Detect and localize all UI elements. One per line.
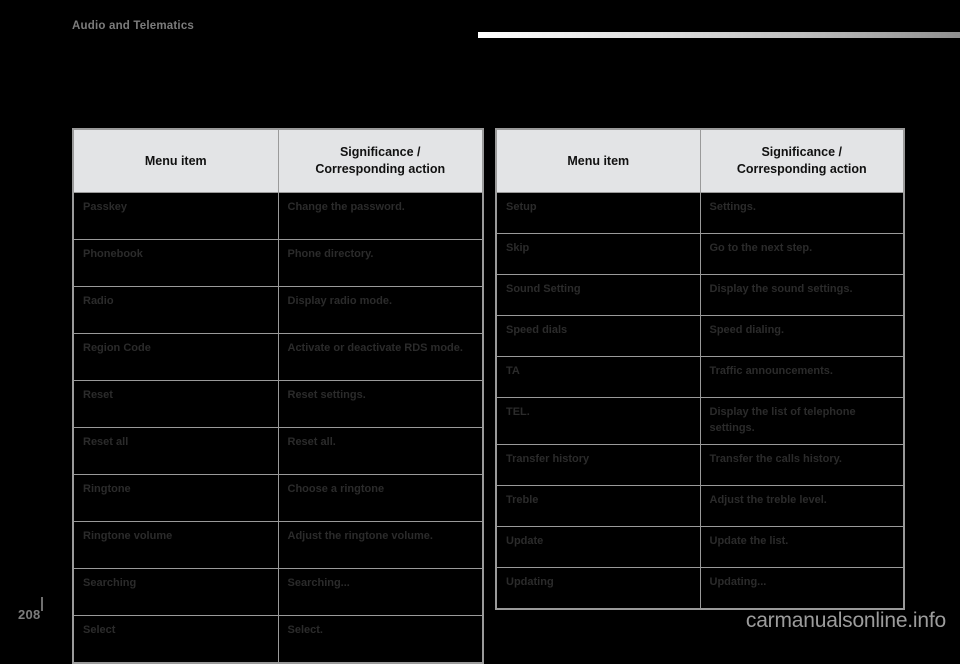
cell-significance-action: Select. [277,615,484,664]
table-row: Setup Settings. [495,192,905,234]
cell-significance-action: Traffic announcements. [699,356,905,398]
cell-menu-item: TA [495,356,701,398]
table-row: TA Traffic announcements. [495,356,905,398]
page-header: Audio and Telematics [0,0,960,46]
cell-significance-action: Reset all. [277,427,484,475]
table-row: Phonebook Phone directory. [72,239,484,287]
cell-significance-action: Choose a ringtone [277,474,484,522]
cell-significance-action: Speed dialing. [699,315,905,357]
cell-menu-item: Passkey [72,192,279,240]
cell-significance-action: Transfer the calls history. [699,443,905,486]
table-row: Reset Reset settings. [72,380,484,428]
significance-line-2: Corresponding action [315,162,446,176]
significance-line-1: Significance / [339,145,421,160]
cell-menu-item: Setup [495,192,701,234]
cell-significance-action: Display the sound settings. [699,274,905,316]
cell-significance-action: Activate or deactivate RDS mode. [277,333,484,381]
cell-menu-item: Ringtone [72,474,279,522]
cell-significance-action: Display the list of telephone settings. [699,397,905,445]
cell-menu-item: Phonebook [72,239,279,287]
menu-table-left: Menu item Significance / Corresponding a… [72,128,484,664]
cell-significance-action: Go to the next step. [699,233,905,275]
footer-rule [41,597,43,611]
column-header-significance: Significance / Corresponding action [699,128,905,193]
cell-significance-action: Display radio mode. [277,286,484,334]
cell-menu-item: Transfer history [495,443,701,486]
table-row: Ringtone Choose a ringtone [72,474,484,522]
cell-menu-item: Skip [495,233,701,275]
page-number: 208 [18,607,41,622]
cell-menu-item: Ringtone volume [72,521,279,569]
table-row: Skip Go to the next step. [495,233,905,275]
cell-menu-item: Updating [495,566,701,610]
site-watermark: carmanualsonline.info [745,609,946,632]
cell-menu-item: Select [72,615,279,664]
cell-significance-action: Adjust the ringtone volume. [277,521,484,569]
table-header-row: Menu item Significance / Corresponding a… [72,128,484,193]
header-gradient-rule [478,32,960,38]
cell-menu-item: TEL. [495,397,701,445]
table-row: Update Update the list. [495,525,905,568]
table-row: Region Code Activate or deactivate RDS mo… [72,333,484,381]
cell-menu-item: Sound Setting [495,274,701,316]
table-row: Searching Searching... [72,568,484,616]
cell-menu-item: Speed dials [495,315,701,357]
table-row: Sound Setting Display the sound settings. [495,274,905,316]
column-header-significance: Significance / Corresponding action [277,128,484,193]
column-header-menu-item: Menu item [495,128,701,193]
cell-menu-item: Reset [72,380,279,428]
cell-menu-item: Reset all [72,427,279,475]
table-row: Passkey Change the password. [72,192,484,240]
significance-line-2: Corresponding action [736,162,867,176]
table-row: Ringtone volume Adjust the ringtone volum… [72,521,484,569]
cell-menu-item: Searching [72,568,279,616]
table-row: Treble Adjust the treble level. [495,484,905,527]
cell-significance-action: Change the password. [277,192,484,240]
cell-significance-action: Phone directory. [277,239,484,287]
table-row: Reset all Reset all. [72,427,484,475]
table-row: Speed dials Speed dialing. [495,315,905,357]
table-header-row: Menu item Significance / Corresponding a… [495,128,905,193]
cell-significance-action: Updating... [699,566,905,610]
cell-significance-action: Update the list. [699,525,905,568]
table-row: Transfer history Transfer the calls histo… [495,443,905,486]
cell-menu-item: Region Code [72,333,279,381]
table-row: Updating Updating... [495,566,905,610]
table-row: Select Select. [72,615,484,664]
table-row: Radio Display radio mode. [72,286,484,334]
cell-significance-action: Adjust the treble level. [699,484,905,527]
menu-table-right: Menu item Significance / Corresponding a… [495,128,905,610]
cell-significance-action: Settings. [699,192,905,234]
cell-significance-action: Searching... [277,568,484,616]
cell-menu-item: Radio [72,286,279,334]
cell-menu-item: Update [495,525,701,568]
cell-menu-item: Treble [495,484,701,527]
column-header-menu-item: Menu item [72,128,279,193]
chapter-title: Audio and Telematics [72,20,195,32]
cell-significance-action: Reset settings. [277,380,484,428]
significance-line-1: Significance / [761,145,843,160]
table-row: TEL. Display the list of telephone settin… [495,397,905,445]
